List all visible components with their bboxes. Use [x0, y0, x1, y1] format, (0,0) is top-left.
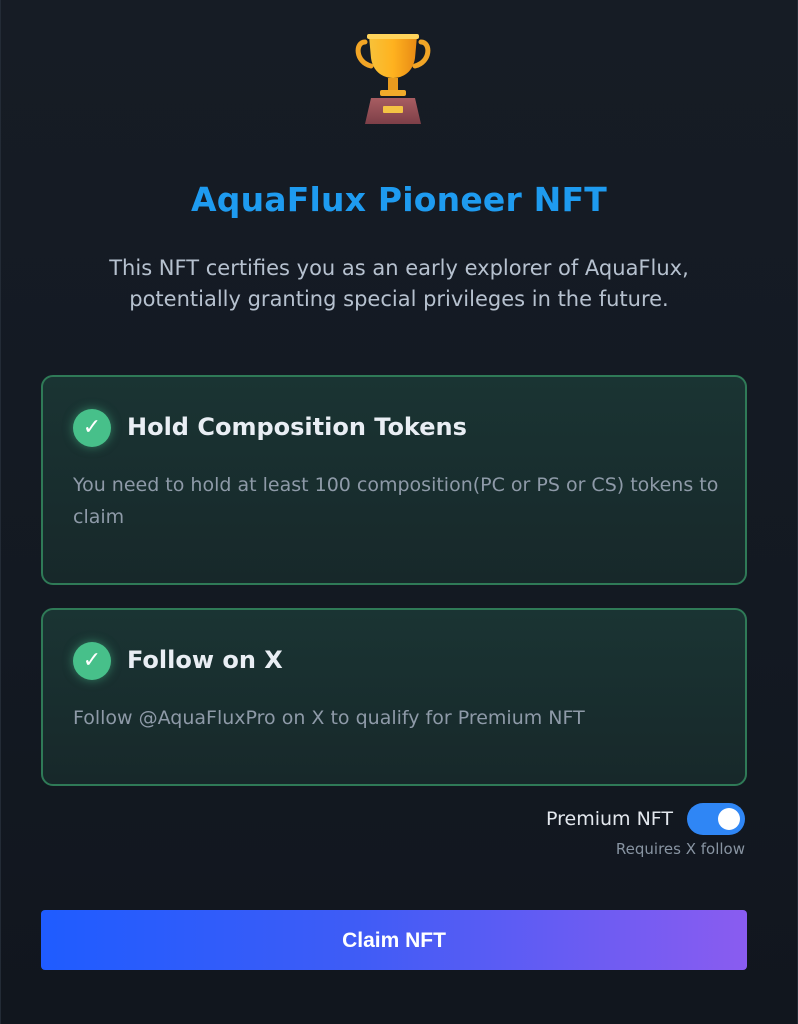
requirement-description: You need to hold at least 100 compositio…: [73, 474, 719, 528]
claim-nft-button[interactable]: Claim NFT: [41, 910, 747, 970]
page-subtitle: This NFT certifies you as an early explo…: [109, 256, 689, 311]
check-circle-icon: ✓: [73, 642, 111, 680]
toggle-knob: [718, 808, 740, 830]
premium-nft-label: Premium NFT: [546, 808, 673, 830]
check-circle-icon: ✓: [73, 409, 111, 447]
nft-claim-panel: AquaFlux Pioneer NFT This NFT certifies …: [0, 0, 798, 1024]
requirement-title: Follow on X: [127, 646, 283, 674]
page-title: AquaFlux Pioneer NFT: [191, 180, 607, 219]
premium-requirement-note: Requires X follow: [615, 840, 745, 858]
premium-nft-toggle[interactable]: [687, 803, 745, 835]
requirement-title: Hold Composition Tokens: [127, 413, 467, 441]
premium-nft-row: Premium NFT: [546, 803, 745, 835]
requirement-description: Follow @AquaFluxPro on X to qualify for …: [73, 707, 585, 729]
requirement-card-follow-x: ✓ Follow on X Follow @AquaFluxPro on X t…: [41, 608, 747, 786]
trophy-icon: [355, 34, 431, 124]
requirement-card-hold-tokens: ✓ Hold Composition Tokens You need to ho…: [41, 375, 747, 585]
